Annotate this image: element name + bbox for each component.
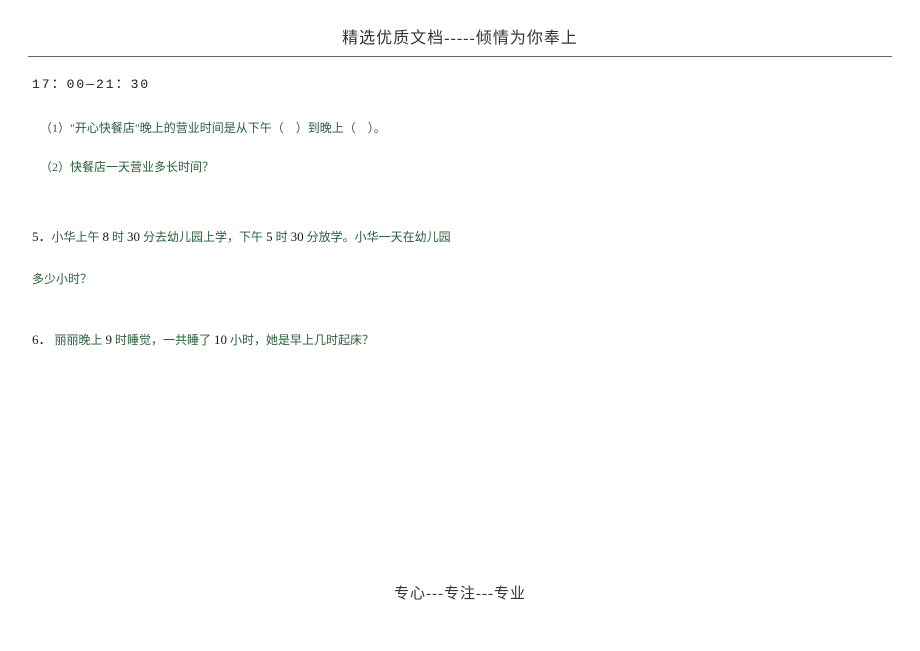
q6-text3: 小时，她是早上几时起床？ [227,333,374,347]
q5-prefix: 5． [32,229,52,244]
q5-num4: 30 [291,229,304,244]
q5-text1: 小华上午 [52,230,103,244]
time-range-text: 17：00—21：30 [32,75,888,96]
question-5-line2: 多少小时？ [32,269,888,291]
page-footer: 专心---专注---专业 [0,582,920,603]
question-6: 6． 丽丽晚上 9 时睡觉，一共睡了 10 小时，她是早上几时起床？ [32,328,888,352]
q6-prefix: 6． [32,332,52,347]
page-header: 精选优质文档-----倾情为你奉上 [0,0,920,56]
q5-text5: 分放学。小华一天在幼儿园 [304,230,451,244]
header-title: 精选优质文档-----倾情为你奉上 [342,30,578,47]
q6-text2: 时睡觉，一共睡了 [112,333,214,347]
spacer [32,310,888,328]
q5-num2: 30 [127,229,140,244]
q6-text1: 丽丽晚上 [52,333,106,347]
sub-question-1: （1）"开心快餐店"晚上的营业时间是从下午（ ）到晚上（ ）。 [32,118,888,140]
q5-text2: 时 [109,230,127,244]
sub-question-2: （2）快餐店一天营业多长时间？ [32,157,888,179]
q5-text3: 分去幼儿园上学，下午 [140,230,266,244]
q5-text4: 时 [273,230,291,244]
q6-num2: 10 [214,332,227,347]
q5-line2-text: 多少小时？ [32,272,92,286]
document-content: 17：00—21：30 （1）"开心快餐店"晚上的营业时间是从下午（ ）到晚上（… [0,57,920,352]
spacer [32,197,888,225]
question-5-line1: 5．小华上午 8 时 30 分去幼儿园上学，下午 5 时 30 分放学。小华一天… [32,225,888,249]
footer-text: 专心---专注---专业 [394,586,526,602]
